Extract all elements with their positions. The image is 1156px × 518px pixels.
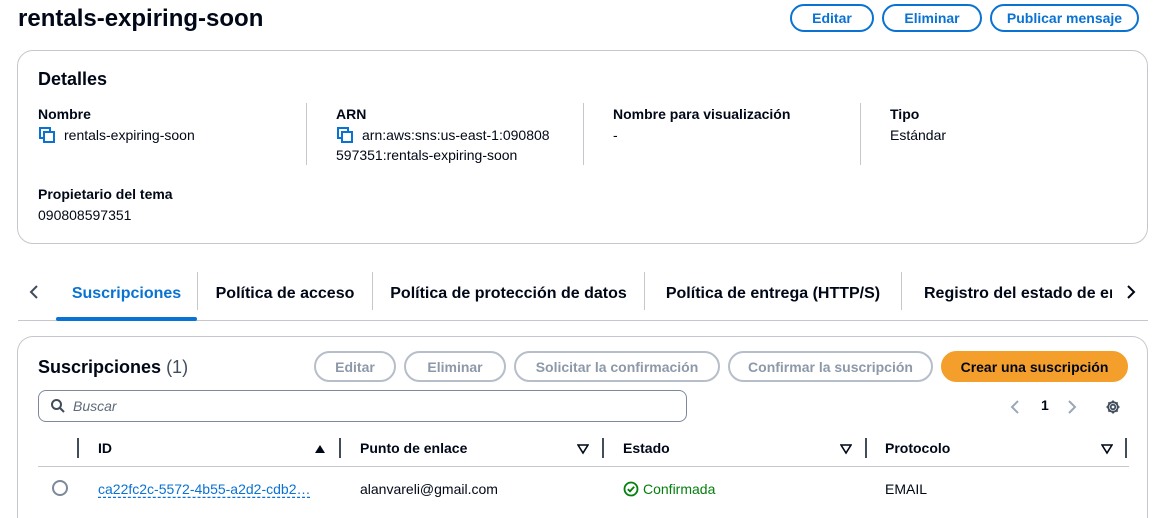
delete-subscription-button[interactable]: Eliminar — [404, 351, 506, 382]
subscriptions-panel: Suscripciones (1) Editar Eliminar Solici… — [17, 336, 1148, 518]
chevron-left-icon[interactable] — [24, 280, 44, 304]
status-text: Confirmada — [643, 481, 716, 497]
search-box[interactable] — [38, 390, 687, 422]
owner-field: Propietario del tema 090808597351 — [38, 185, 298, 225]
create-subscription-button[interactable]: Crear una suscripción — [941, 351, 1128, 382]
chevron-left-icon[interactable] — [1010, 400, 1020, 414]
subscriptions-title: Suscripciones (1) — [38, 357, 189, 377]
column-header-status[interactable]: Estado — [623, 440, 670, 456]
pagination-next[interactable] — [1067, 395, 1077, 419]
search-input[interactable] — [73, 398, 653, 414]
owner-value: 090808597351 — [38, 207, 132, 223]
tab-delivery-status-logging[interactable]: Registro del estado de entrega — [902, 268, 1112, 320]
search-icon — [51, 399, 65, 413]
sort-ascending-icon[interactable] — [314, 443, 326, 455]
endpoint-cell: alanvareli@gmail.com — [360, 481, 498, 497]
display-name-field: Nombre para visualización - — [613, 105, 853, 145]
sort-caret-down-icon[interactable] — [1101, 443, 1113, 455]
page-title: rentals-expiring-soon — [18, 5, 264, 32]
owner-label: Propietario del tema — [38, 186, 173, 202]
type-value: Estándar — [890, 127, 947, 143]
details-title: Detalles — [38, 69, 108, 89]
name-label: Nombre — [38, 106, 91, 122]
type-label: Tipo — [890, 106, 920, 122]
arn-label: ARN — [336, 106, 367, 122]
active-tab-indicator — [56, 317, 197, 321]
column-header-endpoint[interactable]: Punto de enlace — [360, 440, 467, 456]
preferences-button[interactable] — [1105, 395, 1121, 419]
name-value: rentals-expiring-soon — [64, 127, 195, 143]
column-header-protocol[interactable]: Protocolo — [885, 440, 950, 456]
chevron-right-icon[interactable] — [1067, 400, 1077, 414]
pagination-prev[interactable] — [1010, 395, 1020, 419]
edit-subscription-button[interactable]: Editar — [314, 351, 396, 382]
tab-delivery-policy[interactable]: Política de entrega (HTTP/S) — [645, 268, 901, 320]
arn-field: ARN arn:aws:sns:us-east-1:090808 597351:… — [336, 105, 586, 165]
details-panel: Detalles Nombre rentals-expiring-soon AR… — [17, 50, 1148, 244]
sort-caret-down-icon[interactable] — [840, 443, 852, 455]
chevron-right-icon[interactable] — [1121, 280, 1141, 304]
request-confirmation-button[interactable]: Solicitar la confirmación — [514, 351, 720, 382]
name-field: Nombre rentals-expiring-soon — [38, 105, 298, 145]
copy-icon[interactable] — [336, 126, 354, 144]
check-circle-icon — [623, 481, 639, 497]
tab-bar: Suscripciones Política de acceso Polític… — [18, 268, 1148, 321]
arn-value-line1: arn:aws:sns:us-east-1:090808 — [362, 127, 550, 143]
delete-topic-button[interactable]: Eliminar — [882, 4, 982, 32]
status-cell: Confirmada — [623, 480, 715, 498]
column-header-id[interactable]: ID — [98, 440, 112, 456]
tab-data-protection-policy[interactable]: Política de protección de datos — [373, 268, 644, 320]
copy-icon[interactable] — [38, 126, 56, 144]
arn-value-line2: 597351:rentals-expiring-soon — [336, 147, 518, 163]
subscriptions-count: (1) — [166, 357, 189, 377]
gear-icon[interactable] — [1105, 399, 1121, 415]
publish-message-button[interactable]: Publicar mensaje — [990, 4, 1139, 32]
type-field: Tipo Estándar — [890, 105, 1130, 145]
pagination-page[interactable]: 1 — [1041, 397, 1049, 413]
tab-access-policy[interactable]: Política de acceso — [198, 268, 372, 320]
display-name-label: Nombre para visualización — [613, 106, 791, 122]
sort-caret-down-icon[interactable] — [577, 443, 589, 455]
tab-subscriptions[interactable]: Suscripciones — [56, 268, 197, 320]
protocol-cell: EMAIL — [885, 481, 928, 497]
row-select-radio[interactable] — [52, 480, 68, 496]
subscription-id-link[interactable]: ca22fc2c-5572-4b55-a2d2-cdb2… — [98, 480, 323, 498]
edit-topic-button[interactable]: Editar — [790, 4, 874, 32]
confirm-subscription-button[interactable]: Confirmar la suscripción — [728, 351, 933, 382]
display-name-value: - — [613, 127, 618, 143]
